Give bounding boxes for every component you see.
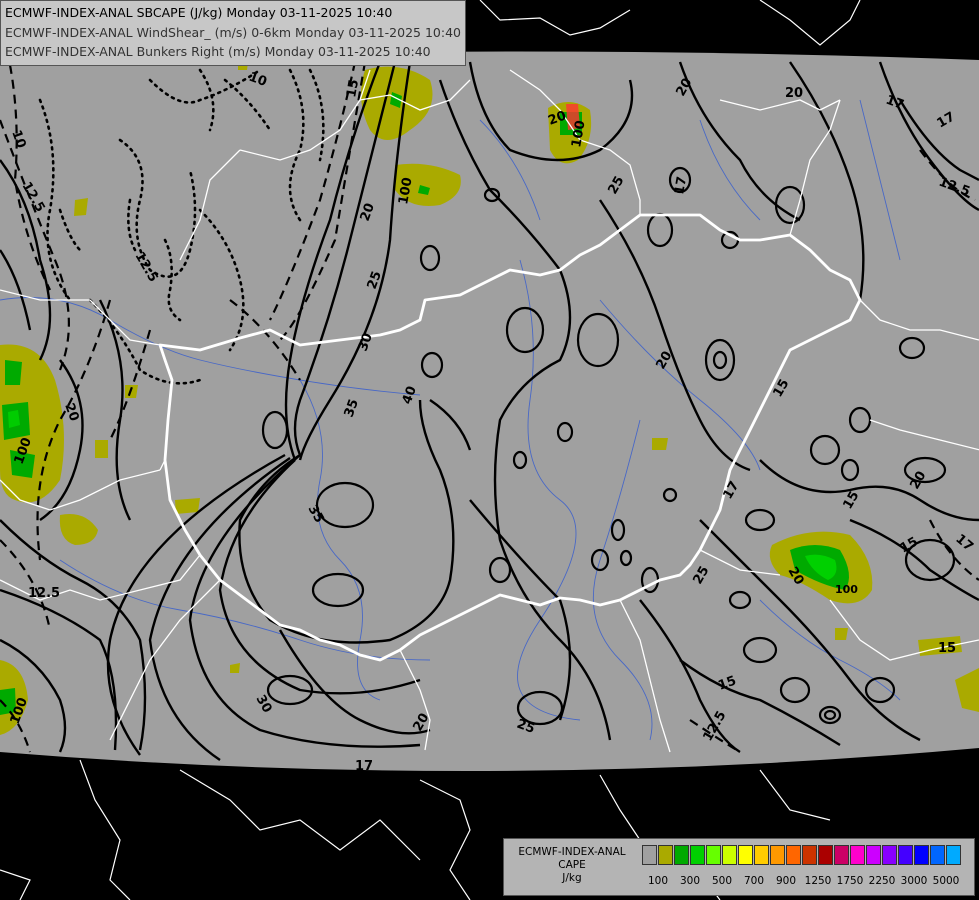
model-domain	[0, 51, 979, 772]
legend-swatch	[642, 845, 657, 865]
legend-tick: 3000	[900, 875, 928, 887]
legend-tick: 2250	[868, 875, 896, 887]
legend-swatch	[834, 845, 849, 865]
legend-swatch	[818, 845, 833, 865]
legend-tick: 100	[647, 875, 669, 887]
legend-swatch	[914, 845, 929, 865]
legend-swatch	[690, 845, 705, 865]
legend-swatch	[850, 845, 865, 865]
legend-swatch	[786, 845, 801, 865]
contour-label: 15	[938, 641, 956, 656]
contour-label: 12.5	[28, 586, 60, 601]
title-windshear: ECMWF-INDEX-ANAL WindShear_ (m/s) 0-6km …	[5, 24, 461, 40]
legend-swatch	[930, 845, 945, 865]
contour-label: 100	[835, 583, 858, 596]
legend-tick: 5000	[932, 875, 960, 887]
legend-tick: 300	[679, 875, 701, 887]
legend-tick: 1250	[804, 875, 832, 887]
legend-tick: 1750	[836, 875, 864, 887]
legend-model-name: ECMWF-INDEX-ANAL	[518, 846, 626, 858]
legend-swatch	[738, 845, 753, 865]
legend-tick-labels: 100 300 500 700 900 1250 1750 2250 3000 5000	[642, 875, 972, 889]
legend-swatch	[770, 845, 785, 865]
legend-swatch	[946, 845, 961, 865]
legend-swatch	[722, 845, 737, 865]
contour-label: 20	[785, 86, 803, 101]
legend-tick: 700	[743, 875, 765, 887]
legend-swatch	[658, 845, 673, 865]
contour-label: 17	[672, 175, 690, 195]
legend-swatches	[642, 845, 962, 865]
map-title-box: ECMWF-INDEX-ANAL SBCAPE (J/kg) Monday 03…	[0, 0, 466, 67]
contour-label: 17	[355, 759, 373, 774]
cape-legend: ECMWF-INDEX-ANAL CAPE J/kg 100 300 500 700 9…	[503, 838, 975, 896]
legend-tick: 900	[775, 875, 797, 887]
legend-swatch	[706, 845, 721, 865]
legend-swatch	[802, 845, 817, 865]
legend-swatch	[898, 845, 913, 865]
legend-swatch	[866, 845, 881, 865]
legend-title: ECMWF-INDEX-ANAL CAPE J/kg	[508, 846, 636, 885]
title-sbcape: ECMWF-INDEX-ANAL SBCAPE (J/kg) Monday 03…	[5, 5, 393, 20]
weather-map: 10 10 12.5 12.5 20 20 20 20 25 25 30 35 …	[0, 0, 979, 900]
contour-label: 15	[344, 78, 362, 98]
legend-swatch	[674, 845, 689, 865]
title-bunkers-right: ECMWF-INDEX-ANAL Bunkers Right (m/s) Mon…	[5, 44, 431, 60]
legend-swatch	[754, 845, 769, 865]
legend-tick: 500	[711, 875, 733, 887]
legend-swatch	[882, 845, 897, 865]
legend-unit: J/kg	[562, 872, 582, 884]
legend-variable: CAPE	[558, 859, 586, 871]
